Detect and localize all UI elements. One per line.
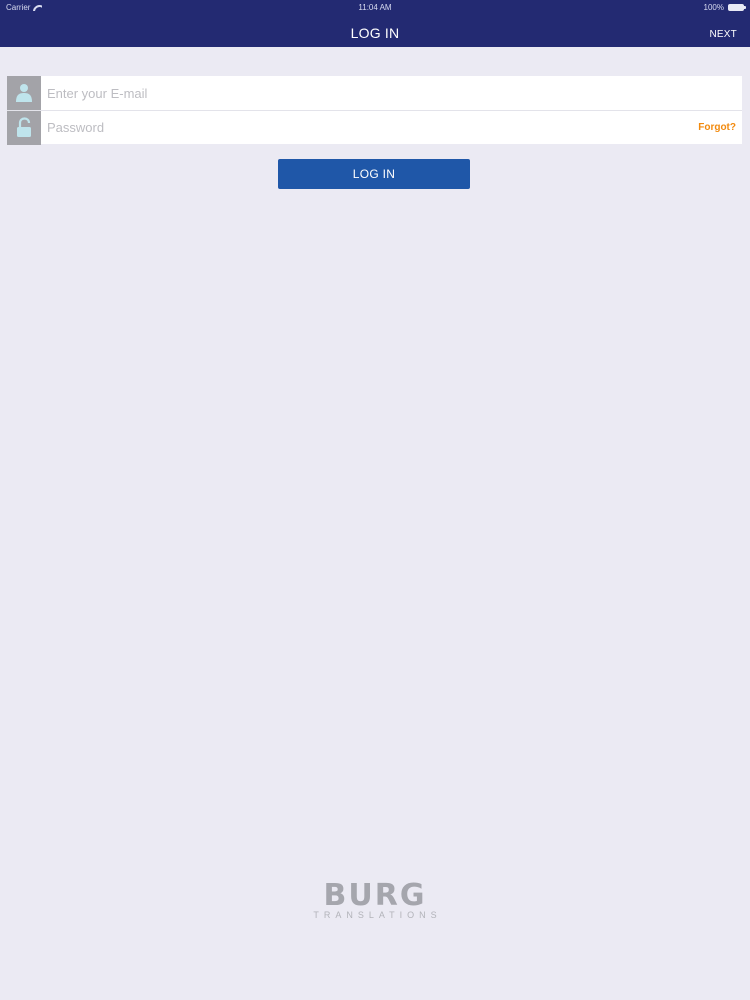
status-time: 11:04 AM — [358, 3, 392, 12]
status-right: 100% — [703, 3, 746, 12]
login-button[interactable]: LOG IN — [278, 159, 470, 189]
battery-icon — [728, 4, 746, 11]
burg-translations-logo: BURG TRANSLATIONS — [0, 878, 750, 921]
logo-main-text: BURG — [323, 878, 427, 913]
password-row: Forgot? — [7, 110, 742, 145]
logo-sub-text: TRANSLATIONS — [313, 910, 442, 920]
email-field-wrapper — [41, 76, 742, 110]
password-field-wrapper — [41, 110, 699, 145]
next-button[interactable]: NEXT — [710, 29, 737, 40]
page-title: LOG IN — [350, 25, 400, 41]
login-form: Forgot? — [7, 76, 742, 145]
user-icon — [7, 76, 41, 110]
status-bar: Carrier 11:04 AM 100% — [0, 0, 750, 16]
unlocked-padlock-icon — [7, 110, 41, 145]
email-row — [7, 76, 742, 110]
battery-percent: 100% — [703, 3, 724, 12]
navigation-bar: Carrier 11:04 AM 100% LOG IN NEXT — [0, 0, 750, 47]
email-input[interactable] — [47, 76, 742, 110]
forgot-password-link[interactable]: Forgot? — [698, 122, 742, 133]
password-input[interactable] — [47, 110, 699, 145]
